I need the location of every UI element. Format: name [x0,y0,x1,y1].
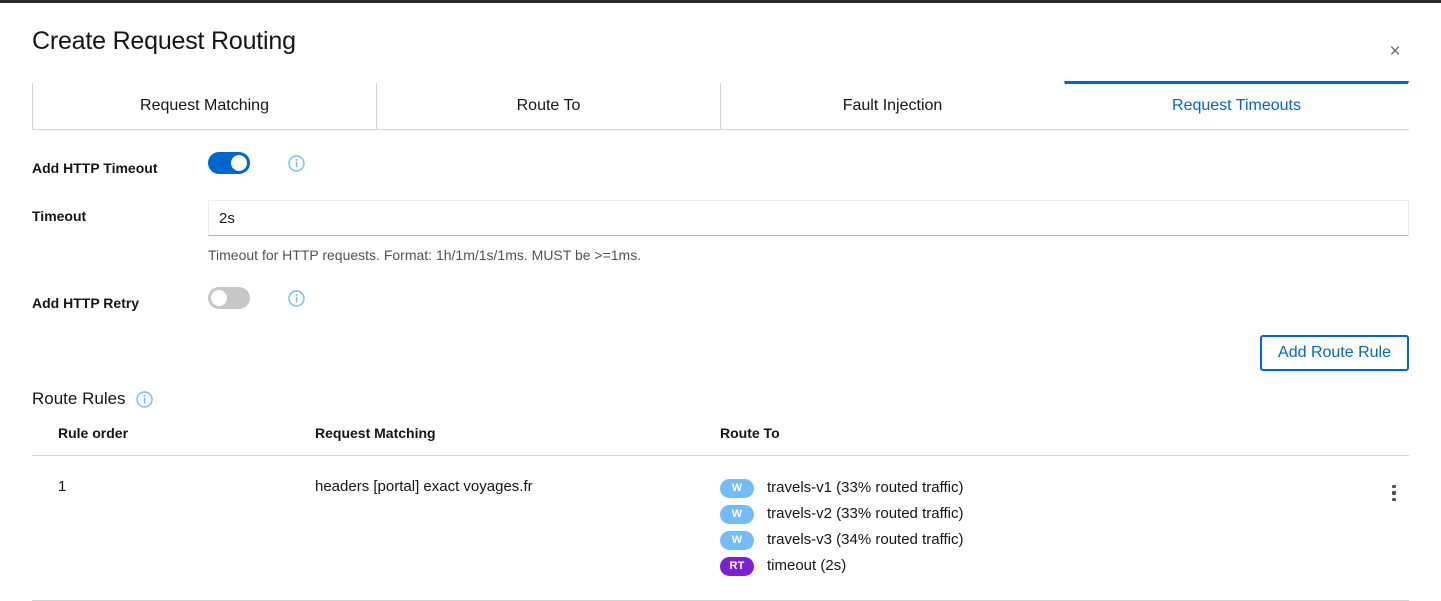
weight-badge: W [720,479,754,498]
add-http-retry-row: Add HTTP Retry [32,287,1409,313]
kebab-menu-icon[interactable] [1379,478,1409,508]
timeout-input[interactable] [208,200,1409,236]
column-header-rule-order: Rule order [32,425,162,456]
route-entry-label: travels-v1 (33% routed traffic) [767,478,963,498]
table-row: 1 headers [portal] exact voyages.fr W tr… [32,456,1409,601]
timeout-row: Timeout Timeout for HTTP requests. Forma… [32,200,1409,265]
timeout-badge: RT [720,557,754,576]
cell-rule-order: 1 [32,456,162,601]
cell-route-to: W travels-v1 (33% routed traffic) W trav… [720,456,1349,601]
form-area: Add HTTP Timeout Timeout Timeout [0,152,1441,313]
info-circle-icon[interactable] [288,155,305,172]
column-header-request-matching: Request Matching [162,425,720,456]
route-entry: W travels-v2 (33% routed traffic) [720,504,1349,524]
route-entry-label: travels-v3 (34% routed traffic) [767,530,963,550]
route-entry: W travels-v1 (33% routed traffic) [720,478,1349,498]
weight-badge: W [720,531,754,550]
tab-request-matching[interactable]: Request Matching [32,81,377,129]
route-rules-table: Rule order Request Matching Route To 1 h… [32,425,1409,601]
table-body: 1 headers [portal] exact voyages.fr W tr… [32,456,1409,601]
cell-request-matching: headers [portal] exact voyages.fr [162,456,720,601]
button-row: Add Route Rule [0,335,1441,371]
weight-badge: W [720,505,754,524]
timeout-helper-text: Timeout for HTTP requests. Format: 1h/1m… [208,245,1409,265]
route-rules-title: Route Rules [32,387,126,411]
close-icon[interactable]: × [1377,33,1413,69]
toggle-knob [211,290,227,306]
cell-actions [1349,456,1409,601]
add-http-timeout-toggle[interactable] [208,152,250,174]
create-request-routing-modal: Create Request Routing × Request Matchin… [0,0,1441,592]
tab-bar: Request Matching Route To Fault Injectio… [32,81,1409,130]
route-entry: W travels-v3 (34% routed traffic) [720,530,1349,550]
timeout-label: Timeout [32,200,208,226]
column-header-actions [1349,425,1409,456]
table-header-row: Rule order Request Matching Route To [32,425,1409,456]
add-http-retry-label: Add HTTP Retry [32,287,208,313]
add-http-timeout-label: Add HTTP Timeout [32,152,208,178]
route-rules-heading: Route Rules [0,387,1441,411]
table-head: Rule order Request Matching Route To [32,425,1409,456]
tab-route-to[interactable]: Route To [376,81,721,129]
route-entry-label: travels-v2 (33% routed traffic) [767,504,963,524]
page-title: Create Request Routing [32,25,1409,57]
tab-fault-injection[interactable]: Fault Injection [720,81,1065,129]
add-http-timeout-row: Add HTTP Timeout [32,152,1409,178]
kebab-dot [1392,485,1396,489]
modal-header: Create Request Routing × [0,3,1441,57]
tab-request-timeouts[interactable]: Request Timeouts [1064,81,1409,129]
route-entry-label: timeout (2s) [767,556,846,576]
info-circle-icon[interactable] [136,391,153,408]
toggle-knob [231,155,247,171]
add-route-rule-button[interactable]: Add Route Rule [1260,335,1409,371]
column-header-route-to: Route To [720,425,1349,456]
route-entry: RT timeout (2s) [720,556,1349,576]
add-http-retry-toggle[interactable] [208,287,250,309]
kebab-dot [1392,498,1396,502]
kebab-dot [1392,491,1396,495]
info-circle-icon[interactable] [288,290,305,307]
